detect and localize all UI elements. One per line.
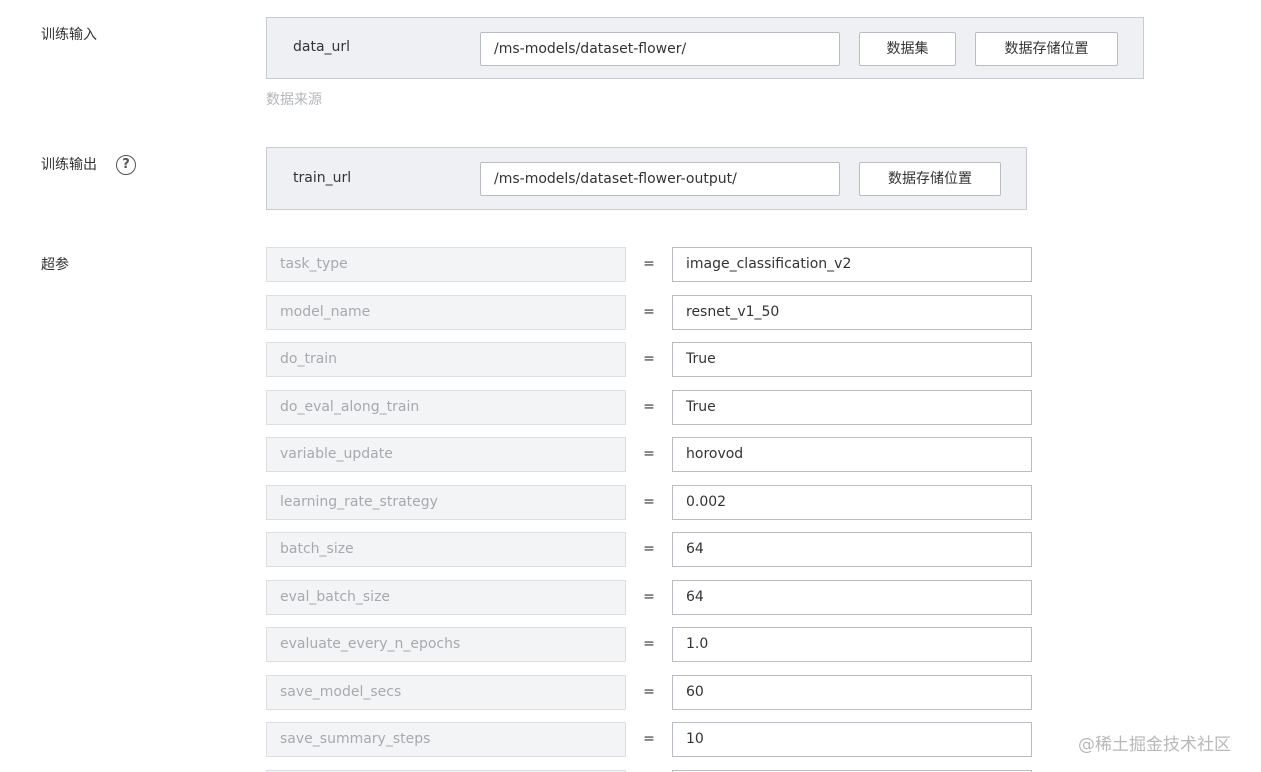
hyperparameter-key-field: batch_size	[266, 532, 626, 567]
hyperparameter-value-input[interactable]: 0.002	[672, 485, 1032, 520]
hyperparameter-value-input[interactable]: 64	[672, 580, 1032, 615]
equals-sign: =	[643, 636, 655, 652]
equals-sign: =	[643, 684, 655, 700]
watermark: @稀土掘金技术社区	[1078, 735, 1231, 755]
hyperparameter-key-field: task_type	[266, 247, 626, 282]
hyperparameter-value-input[interactable]: 64	[672, 532, 1032, 567]
train-url-param-name: train_url	[293, 170, 352, 186]
training-output-label: 训练输出	[41, 157, 97, 173]
data-url-param-name: data_url	[293, 39, 351, 55]
hyperparameters-label: 超参	[41, 257, 69, 273]
equals-sign: =	[643, 446, 655, 462]
equals-sign: =	[643, 351, 655, 367]
equals-sign: =	[643, 589, 655, 605]
data-source-hint: 数据来源	[266, 92, 322, 108]
question-circle-icon[interactable]: ?	[116, 155, 136, 175]
hyperparameter-value-input[interactable]: 10	[672, 722, 1032, 757]
hyperparameter-value-input[interactable]: 60	[672, 675, 1032, 710]
hyperparameter-key-field: evaluate_every_n_epochs	[266, 627, 626, 662]
hyperparameter-key-field: learning_rate_strategy	[266, 485, 626, 520]
hyperparameter-value-input[interactable]: resnet_v1_50	[672, 295, 1032, 330]
equals-sign: =	[643, 494, 655, 510]
input-storage-location-button[interactable]: 数据存储位置	[975, 32, 1118, 66]
training-output-box: train_url /ms-models/dataset-flower-outp…	[266, 147, 1027, 210]
equals-sign: =	[643, 304, 655, 320]
hyperparameter-key-field: variable_update	[266, 437, 626, 472]
equals-sign: =	[643, 399, 655, 415]
hyperparameter-value-input[interactable]: True	[672, 342, 1032, 377]
hyperparameter-key-field: eval_batch_size	[266, 580, 626, 615]
train-url-path-input[interactable]: /ms-models/dataset-flower-output/	[480, 162, 840, 196]
equals-sign: =	[643, 541, 655, 557]
hyperparameter-value-input[interactable]: True	[672, 390, 1032, 425]
equals-sign: =	[643, 256, 655, 272]
hyperparameter-key-field: save_summary_steps	[266, 722, 626, 757]
data-url-path-input[interactable]: /ms-models/dataset-flower/	[480, 32, 840, 66]
hyperparameter-key-field: do_eval_along_train	[266, 390, 626, 425]
training-input-box: data_url /ms-models/dataset-flower/ 数据集 …	[266, 17, 1144, 79]
training-config-page: 训练输入 data_url /ms-models/dataset-flower/…	[0, 0, 1261, 772]
equals-sign: =	[643, 731, 655, 747]
hyperparameter-value-input[interactable]: image_classification_v2	[672, 247, 1032, 282]
hyperparameter-value-input[interactable]: horovod	[672, 437, 1032, 472]
hyperparameter-key-field: save_model_secs	[266, 675, 626, 710]
dataset-button[interactable]: 数据集	[859, 32, 956, 66]
hyperparameter-key-field: model_name	[266, 295, 626, 330]
output-storage-location-button[interactable]: 数据存储位置	[859, 162, 1001, 196]
hyperparameter-value-input[interactable]: 1.0	[672, 627, 1032, 662]
hyperparameter-key-field: do_train	[266, 342, 626, 377]
training-input-label: 训练输入	[41, 27, 97, 43]
